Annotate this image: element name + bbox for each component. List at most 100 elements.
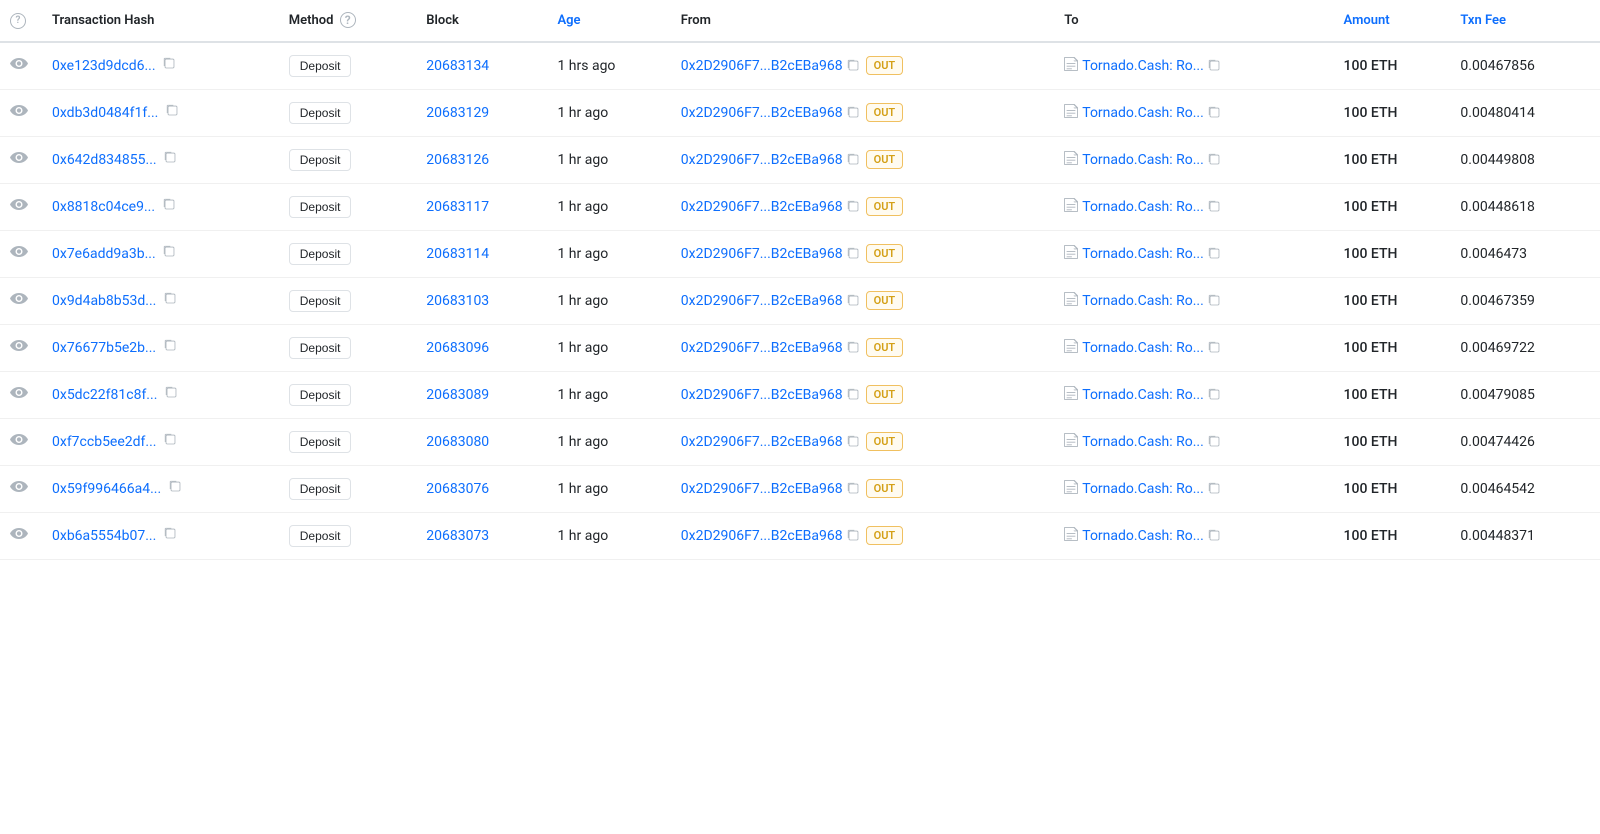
block-link-3[interactable]: 20683117: [426, 199, 489, 215]
method-button-8[interactable]: Deposit: [289, 431, 352, 453]
from-address-link-0[interactable]: 0x2D2906F7...B2cEBa968: [681, 58, 843, 74]
from-copy-icon-2[interactable]: [847, 153, 860, 166]
from-address-link-7[interactable]: 0x2D2906F7...B2cEBa968: [681, 387, 843, 403]
from-address-link-5[interactable]: 0x2D2906F7...B2cEBa968: [681, 293, 843, 309]
to-address-link-8[interactable]: Tornado.Cash: Ro...: [1082, 434, 1204, 450]
from-copy-icon-6[interactable]: [847, 341, 860, 354]
method-button-3[interactable]: Deposit: [289, 196, 352, 218]
block-link-8[interactable]: 20683080: [426, 434, 489, 450]
to-address-link-3[interactable]: Tornado.Cash: Ro...: [1082, 199, 1204, 215]
block-link-9[interactable]: 20683076: [426, 481, 489, 497]
tx-hash-copy-icon-1[interactable]: [166, 104, 179, 117]
block-link-1[interactable]: 20683129: [426, 105, 489, 121]
to-address-link-1[interactable]: Tornado.Cash: Ro...: [1082, 105, 1204, 121]
block-link-5[interactable]: 20683103: [426, 293, 489, 309]
from-copy-icon-9[interactable]: [847, 482, 860, 495]
block-link-7[interactable]: 20683089: [426, 387, 489, 403]
to-copy-icon-2[interactable]: [1208, 153, 1221, 166]
from-address-link-10[interactable]: 0x2D2906F7...B2cEBa968: [681, 528, 843, 544]
to-address-link-4[interactable]: Tornado.Cash: Ro...: [1082, 246, 1204, 262]
from-copy-icon-4[interactable]: [847, 247, 860, 260]
from-copy-icon-7[interactable]: [847, 388, 860, 401]
tx-hash-copy-icon-5[interactable]: [164, 292, 177, 305]
to-address-link-2[interactable]: Tornado.Cash: Ro...: [1082, 152, 1204, 168]
to-address-link-6[interactable]: Tornado.Cash: Ro...: [1082, 340, 1204, 356]
eye-icon-2[interactable]: [10, 152, 28, 164]
tx-hash-link-6[interactable]: 0x76677b5e2b...: [52, 340, 156, 356]
to-address-link-0[interactable]: Tornado.Cash: Ro...: [1082, 58, 1204, 74]
method-button-2[interactable]: Deposit: [289, 149, 352, 171]
to-copy-icon-6[interactable]: [1208, 341, 1221, 354]
from-address-link-2[interactable]: 0x2D2906F7...B2cEBa968: [681, 152, 843, 168]
to-copy-icon-4[interactable]: [1208, 247, 1221, 260]
tx-hash-copy-icon-7[interactable]: [165, 386, 178, 399]
from-address-link-6[interactable]: 0x2D2906F7...B2cEBa968: [681, 340, 843, 356]
eye-icon-0[interactable]: [10, 58, 28, 70]
eye-icon-3[interactable]: [10, 199, 28, 211]
method-button-6[interactable]: Deposit: [289, 337, 352, 359]
method-button-10[interactable]: Deposit: [289, 525, 352, 547]
method-button-5[interactable]: Deposit: [289, 290, 352, 312]
tx-hash-copy-icon-2[interactable]: [164, 151, 177, 164]
to-address-link-7[interactable]: Tornado.Cash: Ro...: [1082, 387, 1204, 403]
tx-hash-link-2[interactable]: 0x642d834855...: [52, 152, 157, 168]
tx-hash-link-8[interactable]: 0xf7ccb5ee2df...: [52, 434, 157, 450]
from-copy-icon-5[interactable]: [847, 294, 860, 307]
tx-hash-link-4[interactable]: 0x7e6add9a3b...: [52, 246, 156, 262]
from-copy-icon-3[interactable]: [847, 200, 860, 213]
tx-hash-copy-icon-6[interactable]: [164, 339, 177, 352]
eye-icon-8[interactable]: [10, 434, 28, 446]
to-copy-icon-5[interactable]: [1208, 294, 1221, 307]
method-button-9[interactable]: Deposit: [289, 478, 352, 500]
from-address-link-9[interactable]: 0x2D2906F7...B2cEBa968: [681, 481, 843, 497]
from-copy-icon-8[interactable]: [847, 435, 860, 448]
tx-hash-link-0[interactable]: 0xe123d9dcd6...: [52, 58, 156, 74]
block-link-2[interactable]: 20683126: [426, 152, 489, 168]
to-copy-icon-0[interactable]: [1208, 59, 1221, 72]
to-copy-icon-1[interactable]: [1208, 106, 1221, 119]
tx-hash-copy-icon-8[interactable]: [164, 433, 177, 446]
from-address-link-1[interactable]: 0x2D2906F7...B2cEBa968: [681, 105, 843, 121]
to-copy-icon-9[interactable]: [1208, 482, 1221, 495]
tx-hash-copy-icon-10[interactable]: [164, 527, 177, 540]
eye-icon-9[interactable]: [10, 481, 28, 493]
method-button-1[interactable]: Deposit: [289, 102, 352, 124]
from-address-link-3[interactable]: 0x2D2906F7...B2cEBa968: [681, 199, 843, 215]
to-address-link-10[interactable]: Tornado.Cash: Ro...: [1082, 528, 1204, 544]
to-address-link-5[interactable]: Tornado.Cash: Ro...: [1082, 293, 1204, 309]
eye-icon-10[interactable]: [10, 528, 28, 540]
from-copy-icon-1[interactable]: [847, 106, 860, 119]
from-address-link-8[interactable]: 0x2D2906F7...B2cEBa968: [681, 434, 843, 450]
method-help-icon[interactable]: ?: [340, 12, 356, 28]
eye-icon-7[interactable]: [10, 387, 28, 399]
block-link-6[interactable]: 20683096: [426, 340, 489, 356]
block-link-10[interactable]: 20683073: [426, 528, 489, 544]
block-link-0[interactable]: 20683134: [426, 58, 489, 74]
to-copy-icon-8[interactable]: [1208, 435, 1221, 448]
from-copy-icon-10[interactable]: [847, 529, 860, 542]
method-button-0[interactable]: Deposit: [289, 55, 352, 77]
to-address-link-9[interactable]: Tornado.Cash: Ro...: [1082, 481, 1204, 497]
from-copy-icon-0[interactable]: [847, 59, 860, 72]
to-copy-icon-10[interactable]: [1208, 529, 1221, 542]
tx-hash-link-10[interactable]: 0xb6a5554b07...: [52, 528, 156, 544]
eye-icon-6[interactable]: [10, 340, 28, 352]
eye-icon-4[interactable]: [10, 246, 28, 258]
to-copy-icon-7[interactable]: [1208, 388, 1221, 401]
tx-hash-link-7[interactable]: 0x5dc22f81c8f...: [52, 387, 157, 403]
eye-icon-5[interactable]: [10, 293, 28, 305]
tx-hash-copy-icon-3[interactable]: [163, 198, 176, 211]
tx-hash-copy-icon-4[interactable]: [163, 245, 176, 258]
to-copy-icon-3[interactable]: [1208, 200, 1221, 213]
from-address-link-4[interactable]: 0x2D2906F7...B2cEBa968: [681, 246, 843, 262]
method-button-4[interactable]: Deposit: [289, 243, 352, 265]
method-button-7[interactable]: Deposit: [289, 384, 352, 406]
tx-hash-copy-icon-0[interactable]: [163, 57, 176, 70]
tx-hash-link-1[interactable]: 0xdb3d0484f1f...: [52, 105, 158, 121]
tx-hash-copy-icon-9[interactable]: [169, 480, 182, 493]
eye-icon-1[interactable]: [10, 105, 28, 117]
block-link-4[interactable]: 20683114: [426, 246, 489, 262]
tx-hash-link-9[interactable]: 0x59f996466a4...: [52, 481, 161, 497]
tx-hash-link-3[interactable]: 0x8818c04ce9...: [52, 199, 155, 215]
tx-hash-link-5[interactable]: 0x9d4ab8b53d...: [52, 293, 156, 309]
